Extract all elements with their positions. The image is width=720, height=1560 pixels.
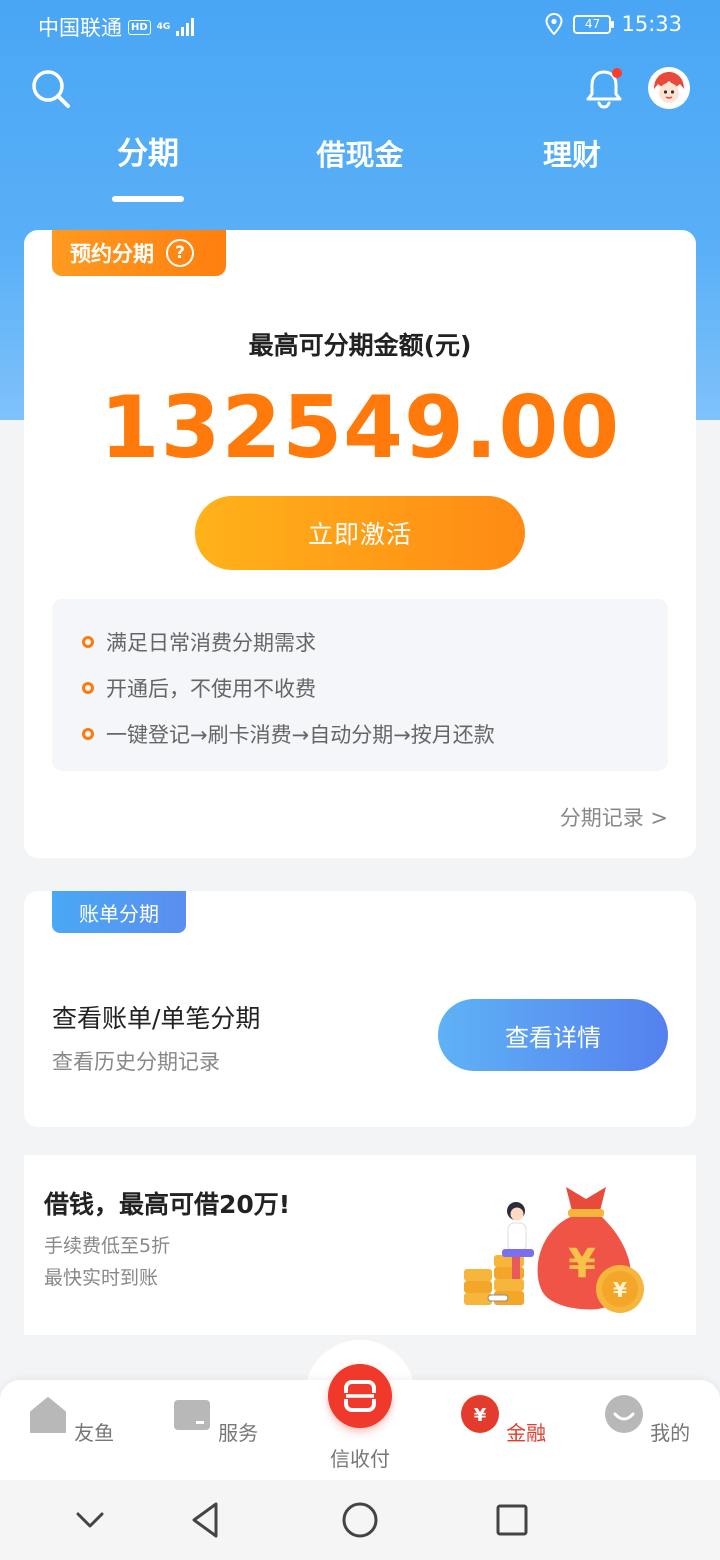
feature-text: 一键登记→刷卡消费→自动分期→按月还款 — [106, 723, 495, 747]
installment-record-link[interactable]: 分期记录 > — [560, 802, 668, 832]
network-label: 4G — [156, 22, 171, 32]
reserve-installment-tag: 预约分期 ? — [52, 230, 226, 276]
activate-button[interactable]: 立即激活 — [195, 496, 525, 570]
loan-fee-text: 手续费低至5折 — [44, 1235, 171, 1257]
bill-title: 查看账单/单笔分期 — [52, 1004, 261, 1033]
bullet-icon — [82, 682, 94, 694]
installment-card: 预约分期 ? 最高可分期金额(元) 132549.00 立即激活 满足日常消费分… — [24, 230, 696, 858]
feature-text: 满足日常消费分期需求 — [106, 631, 316, 655]
home-button-icon[interactable] — [340, 1500, 380, 1540]
card-icon — [173, 1400, 210, 1430]
top-tabs: 分期 借现金 理财 — [0, 128, 720, 208]
signal-icon — [176, 18, 195, 36]
list-item: 一键登记→刷卡消费→自动分期→按月还款 — [52, 711, 668, 757]
hd-badge: HD — [128, 19, 151, 35]
tab-installment[interactable]: 分期 — [68, 128, 228, 173]
reserve-tag-label: 预约分期 — [70, 242, 154, 266]
loan-title: 借钱，最高可借20万! — [44, 1190, 291, 1219]
nav-item-finance[interactable]: ¥ 金融 — [448, 1394, 558, 1446]
limit-amount: 132549.00 — [99, 378, 621, 478]
chevron-down-icon[interactable] — [70, 1500, 110, 1540]
avatar[interactable] — [648, 67, 690, 109]
money-bag-illustration: ¥ ¥ — [464, 1187, 644, 1313]
bill-subtitle: 查看历史分期记录 — [52, 1050, 220, 1074]
location-icon — [545, 13, 563, 35]
list-item: 满足日常消费分期需求 — [52, 619, 668, 665]
loan-banner[interactable]: 借钱，最高可借20万! 手续费低至5折 最快实时到账 ¥ ¥ — [24, 1155, 696, 1335]
nav-item-youyu[interactable]: 友鱼 — [16, 1394, 126, 1446]
clock: 15:33 — [621, 12, 682, 36]
bullet-icon — [82, 636, 94, 648]
nav-label-xinshoufu[interactable]: 信收付 — [305, 1443, 415, 1472]
feature-list: 满足日常消费分期需求 开通后，不使用不收费 一键登记→刷卡消费→自动分期→按月还… — [52, 599, 668, 771]
carrier-label: 中国联通 — [38, 16, 122, 40]
help-icon[interactable]: ? — [166, 239, 194, 267]
battery-icon: 47 — [573, 14, 615, 34]
recent-apps-icon[interactable] — [492, 1500, 532, 1540]
svg-text:¥: ¥ — [474, 1405, 487, 1426]
search-icon[interactable] — [30, 68, 72, 110]
feature-text: 开通后，不使用不收费 — [106, 677, 316, 701]
tab-cash-loan[interactable]: 借现金 — [280, 132, 440, 174]
view-details-button[interactable]: 查看详情 — [438, 999, 668, 1071]
scan-icon — [342, 1380, 378, 1412]
nav-label: 服务 — [218, 1421, 259, 1445]
limit-label: 最高可分期金额(元) — [248, 331, 472, 360]
nav-item-mine[interactable]: 我的 — [592, 1394, 702, 1446]
svg-text:¥: ¥ — [568, 1241, 596, 1287]
nav-item-service[interactable]: 服务 — [160, 1394, 270, 1446]
active-tab-indicator — [112, 196, 184, 202]
list-item: 开通后，不使用不收费 — [52, 665, 668, 711]
nav-label: 友鱼 — [74, 1421, 115, 1445]
back-icon[interactable] — [186, 1500, 226, 1540]
bill-installment-card: 账单分期 查看账单/单笔分期 查看历史分期记录 查看详情 — [24, 891, 696, 1127]
scan-pay-button[interactable] — [328, 1364, 392, 1428]
nav-label: 我的 — [650, 1421, 691, 1445]
status-bar: 中国联通 HD 4G 47 15:33 — [0, 0, 720, 52]
bell-icon[interactable] — [582, 66, 626, 110]
svg-text:¥: ¥ — [613, 1278, 627, 1302]
bill-installment-tag: 账单分期 — [52, 891, 186, 933]
profile-icon — [604, 1395, 643, 1433]
nav-label: 金融 — [506, 1421, 547, 1445]
loan-speed-text: 最快实时到账 — [44, 1267, 159, 1289]
yen-icon: ¥ — [460, 1395, 499, 1433]
bullet-icon — [82, 728, 94, 740]
tab-wealth[interactable]: 理财 — [492, 132, 652, 174]
system-nav-bar — [0, 1480, 720, 1560]
home-icon — [29, 1397, 66, 1433]
